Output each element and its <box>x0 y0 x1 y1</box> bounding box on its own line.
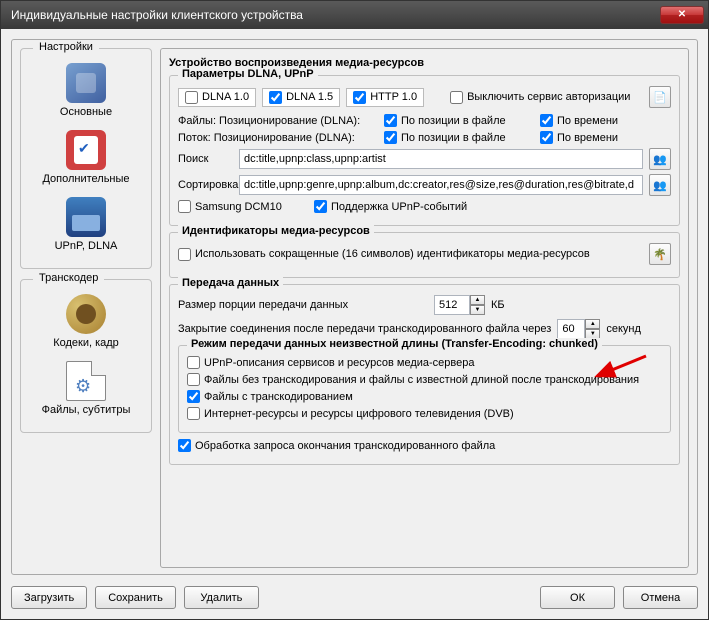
nav-basic[interactable]: Основные <box>25 59 147 126</box>
sort-browse-icon[interactable]: 👥 <box>649 174 671 196</box>
cb-dlna15[interactable]: DLNA 1.5 <box>262 88 340 107</box>
load-button[interactable]: Загрузить <box>11 586 87 609</box>
upnp-icon <box>66 197 106 237</box>
ok-button[interactable]: ОК <box>540 586 615 609</box>
footer: Загрузить Сохранить Удалить ОК Отмена <box>11 586 698 609</box>
stream-pos-label: Поток: Позиционирование (DLNA): <box>178 132 378 144</box>
search-input[interactable] <box>239 149 643 169</box>
sort-label: Сортировка <box>178 179 233 191</box>
sidebar-group-title-settings: Настройки <box>33 41 99 53</box>
close-button[interactable]: ✕ <box>660 6 704 24</box>
cb-files-by-time[interactable]: По времени <box>540 114 618 127</box>
search-browse-icon[interactable]: 👥 <box>649 148 671 170</box>
files-icon <box>66 361 106 401</box>
nav-codecs[interactable]: Кодеки, кадр <box>25 290 147 357</box>
close-conn-input[interactable] <box>557 319 585 339</box>
sidebar-group-title-transcoder: Транскодер <box>33 272 104 284</box>
basic-icon <box>66 63 106 103</box>
cb-with-transcode[interactable]: Файлы с транскодированием <box>187 390 353 403</box>
group-transfer: Передача данных Размер порции передачи д… <box>169 284 680 465</box>
codec-icon <box>66 294 106 334</box>
chunk-up[interactable]: ▲ <box>470 295 485 305</box>
search-label: Поиск <box>178 153 233 165</box>
sidebar: Настройки Основные Дополнительные <box>20 48 152 568</box>
cb-http10[interactable]: HTTP 1.0 <box>346 88 424 107</box>
extra-icon <box>66 130 106 170</box>
chunk-size-label: Размер порции передачи данных <box>178 299 428 311</box>
cb-upnp-desc[interactable]: UPnP-описания сервисов и ресурсов медиа-… <box>187 356 475 369</box>
conn-up[interactable]: ▲ <box>585 319 600 329</box>
cb-dlna10[interactable]: DLNA 1.0 <box>178 88 256 107</box>
cb-upnp-events[interactable]: Поддержка UPnP-событий <box>314 200 467 213</box>
gear-icon: 📄 <box>653 91 667 104</box>
people-icon: 👥 <box>653 153 667 166</box>
titlebar: Индивидуальные настройки клиентского уст… <box>1 1 708 29</box>
cb-short-ids[interactable]: Использовать сокращенные (16 символов) и… <box>178 248 590 261</box>
cb-disable-auth[interactable]: Выключить сервис авторизации <box>450 91 630 104</box>
save-button[interactable]: Сохранить <box>95 586 176 609</box>
close-conn-label: Закрытие соединения после передачи транс… <box>178 323 551 335</box>
palm-icon: 🌴 <box>653 248 667 261</box>
group-dlna: Параметры DLNA, UPnP DLNA 1.0 DLNA 1.5 H… <box>169 75 680 226</box>
cb-stream-by-pos[interactable]: По позиции в файле <box>384 131 534 144</box>
nav-files[interactable]: Файлы, субтитры <box>25 357 147 424</box>
close-conn-unit: секунд <box>606 323 641 335</box>
cancel-button[interactable]: Отмена <box>623 586 698 609</box>
nav-extra[interactable]: Дополнительные <box>25 126 147 193</box>
chunk-size-input[interactable] <box>434 295 470 315</box>
cb-eof-request[interactable]: Обработка запроса окончания транскодиров… <box>178 439 495 452</box>
chunk-size-unit: КБ <box>491 299 505 311</box>
people-icon: 👥 <box>653 179 667 192</box>
cb-samsung[interactable]: Samsung DCM10 <box>178 200 308 213</box>
nav-upnp[interactable]: UPnP, DLNA <box>25 193 147 260</box>
group-chunked: Режим передачи данных неизвестной длины … <box>178 345 671 433</box>
cb-stream-by-time[interactable]: По времени <box>540 131 618 144</box>
chunk-down[interactable]: ▼ <box>470 305 485 315</box>
close-conn-spinner[interactable]: ▲▼ <box>557 319 600 339</box>
delete-button[interactable]: Удалить <box>184 586 259 609</box>
files-pos-label: Файлы: Позиционирование (DLNA): <box>178 115 378 127</box>
window-title: Индивидуальные настройки клиентского уст… <box>11 8 303 22</box>
dlna-settings-icon[interactable]: 📄 <box>649 86 671 108</box>
group-ids: Идентификаторы медиа-ресурсов Использова… <box>169 232 680 278</box>
ids-settings-icon[interactable]: 🌴 <box>649 243 671 265</box>
sort-input[interactable] <box>239 175 643 195</box>
cb-files-by-pos[interactable]: По позиции в файле <box>384 114 534 127</box>
cb-internet-dvb[interactable]: Интернет-ресурсы и ресурсы цифрового тел… <box>187 407 514 420</box>
chunk-size-spinner[interactable]: ▲▼ <box>434 295 485 315</box>
cb-no-transcode[interactable]: Файлы без транскодирования и файлы с изв… <box>187 373 639 386</box>
